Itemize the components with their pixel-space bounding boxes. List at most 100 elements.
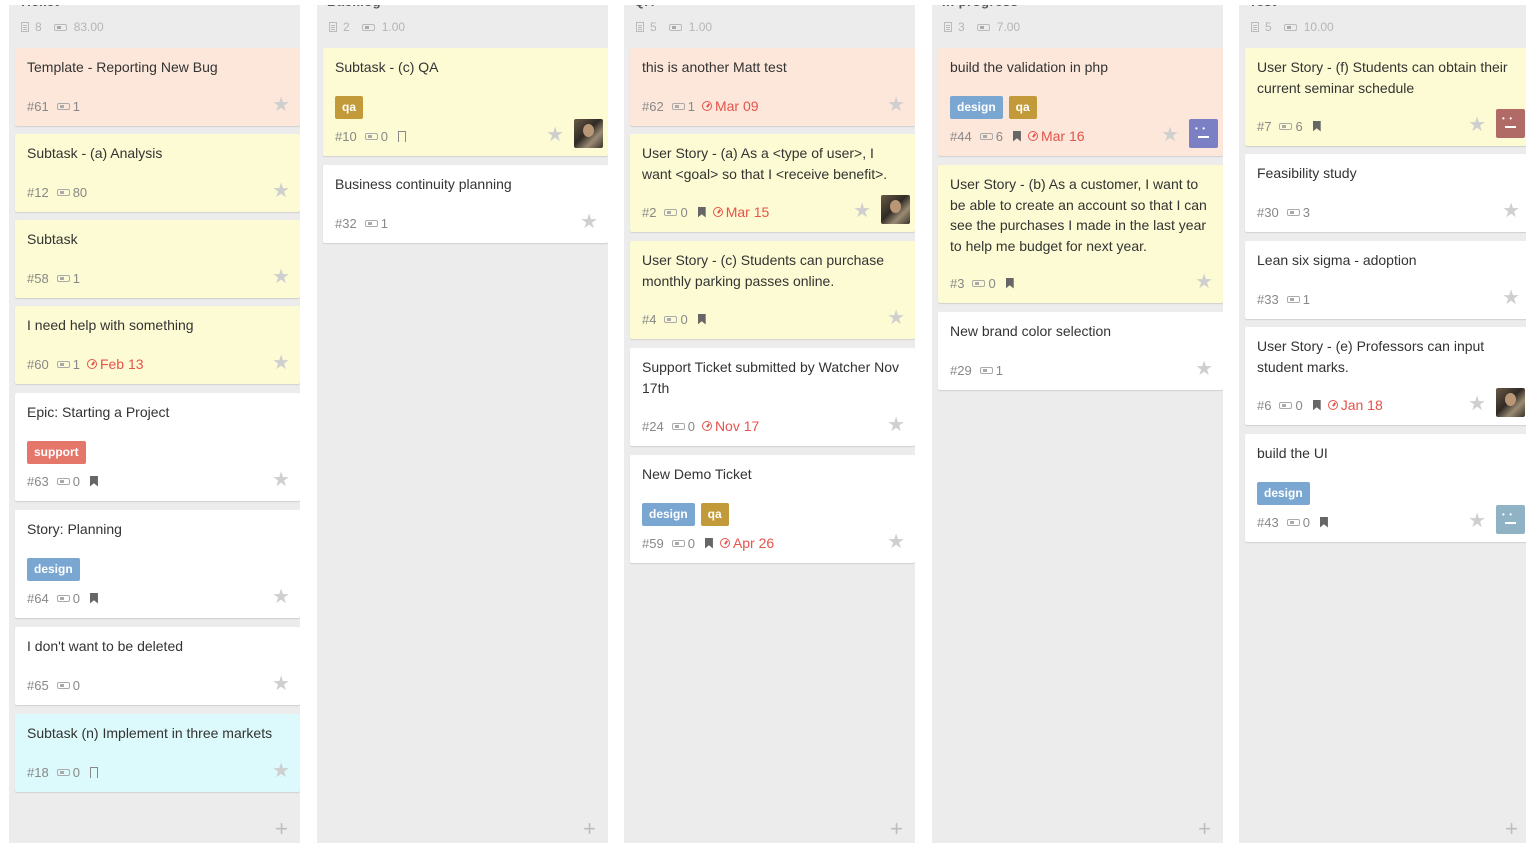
ticket-card[interactable]: Subtask (n) Implement in three markets #1… — [15, 714, 300, 792]
add-card-icon[interactable]: + — [583, 818, 596, 840]
tag-support[interactable]: support — [27, 441, 86, 464]
tag-qa[interactable]: qa — [700, 503, 729, 526]
ticket-card[interactable]: Support Ticket submitted by Watcher Nov … — [630, 348, 915, 446]
tag-qa[interactable]: qa — [335, 96, 364, 119]
card-title[interactable]: User Story - (b) As a customer, I want t… — [950, 174, 1211, 256]
card-title[interactable]: Subtask — [27, 229, 288, 250]
card-title[interactable]: New Demo Ticket — [642, 464, 903, 485]
star-icon[interactable]: ★ — [272, 587, 290, 607]
card-title[interactable]: I need help with something — [27, 315, 288, 336]
bookmark-icon[interactable] — [1312, 120, 1321, 132]
star-icon[interactable]: ★ — [1468, 511, 1486, 531]
card-title[interactable]: User Story - (a) As a <type of user>, I … — [642, 143, 903, 184]
card-title[interactable]: Story: Planning — [27, 519, 288, 540]
ticket-card[interactable]: Feasibility study #30 3 ★ — [1245, 154, 1526, 232]
ticket-card[interactable]: New brand color selection #29 1 ★ — [938, 312, 1223, 390]
bookmark-icon[interactable] — [697, 206, 706, 218]
card-title[interactable]: Epic: Starting a Project — [27, 402, 288, 423]
card-title[interactable]: User Story - (e) Professors can input st… — [1257, 336, 1518, 377]
add-card-icon[interactable]: + — [1198, 818, 1211, 840]
column-title[interactable]: Backlog — [327, 5, 381, 9]
avatar[interactable] — [1496, 388, 1525, 417]
card-title[interactable]: build the validation in php — [950, 57, 1211, 78]
card-title[interactable]: this is another Matt test — [642, 57, 903, 78]
ticket-card[interactable]: User Story - (c) Students can purchase m… — [630, 241, 915, 339]
ticket-card[interactable]: Subtask #58 1 ★ — [15, 220, 300, 298]
star-icon[interactable]: ★ — [1502, 288, 1520, 308]
card-title[interactable]: Subtask - (c) QA — [335, 57, 596, 78]
ticket-card[interactable]: I don't want to be deleted #65 0 ★ — [15, 627, 300, 705]
tag-design[interactable]: design — [1257, 482, 1310, 505]
star-icon[interactable]: ★ — [272, 353, 290, 373]
ticket-card[interactable]: build the UI design #43 0 ★ — [1245, 434, 1526, 542]
avatar[interactable] — [881, 195, 910, 224]
avatar[interactable] — [574, 119, 603, 148]
card-title[interactable]: Feasibility study — [1257, 163, 1518, 184]
ticket-card[interactable]: Lean six sigma - adoption #33 1 ★ — [1245, 241, 1526, 319]
ticket-card[interactable]: Epic: Starting a Project support #63 0 ★ — [15, 393, 300, 501]
star-icon[interactable]: ★ — [887, 532, 905, 552]
bookmark-icon[interactable] — [1005, 277, 1014, 289]
bookmark-icon[interactable] — [89, 766, 98, 778]
tag-design[interactable]: design — [642, 503, 695, 526]
ticket-card[interactable]: User Story - (a) As a <type of user>, I … — [630, 134, 915, 232]
star-icon[interactable]: ★ — [546, 125, 564, 145]
tag-design[interactable]: design — [950, 96, 1003, 119]
star-icon[interactable]: ★ — [1161, 125, 1179, 145]
bookmark-icon[interactable] — [1012, 130, 1021, 142]
column-title[interactable]: In progress — [942, 5, 1018, 9]
ticket-card[interactable]: New Demo Ticket design qa #59 0 Apr 26 ★ — [630, 455, 915, 563]
ticket-card[interactable]: Template - Reporting New Bug #61 1 ★ — [15, 48, 300, 126]
star-icon[interactable]: ★ — [1502, 201, 1520, 221]
card-title[interactable]: build the UI — [1257, 443, 1518, 464]
ticket-card[interactable]: Subtask - (c) QA qa #10 0 ★ — [323, 48, 608, 156]
ticket-card[interactable]: build the validation in php design qa #44 6 M… — [938, 48, 1223, 156]
star-icon[interactable]: ★ — [272, 181, 290, 201]
star-icon[interactable]: ★ — [272, 470, 290, 490]
star-icon[interactable]: ★ — [1195, 359, 1213, 379]
add-card-icon[interactable]: + — [890, 818, 903, 840]
bookmark-icon[interactable] — [89, 475, 98, 487]
card-title[interactable]: User Story - (f) Students can obtain the… — [1257, 57, 1518, 98]
bookmark-icon[interactable] — [697, 313, 706, 325]
avatar[interactable] — [1189, 119, 1218, 148]
ticket-card[interactable]: Business continuity planning #32 1 ★ — [323, 165, 608, 243]
star-icon[interactable]: ★ — [272, 267, 290, 287]
ticket-card[interactable]: this is another Matt test #62 1 Mar 09 ★ — [630, 48, 915, 126]
avatar[interactable] — [1496, 505, 1525, 534]
avatar[interactable] — [1496, 109, 1525, 138]
bookmark-icon[interactable] — [1319, 516, 1328, 528]
ticket-card[interactable]: Subtask - (a) Analysis #12 80 ★ — [15, 134, 300, 212]
star-icon[interactable]: ★ — [272, 761, 290, 781]
ticket-card[interactable]: I need help with something #60 1 Feb 13 ★ — [15, 306, 300, 384]
add-card-icon[interactable]: + — [1505, 818, 1518, 840]
bookmark-icon[interactable] — [704, 537, 713, 549]
card-title[interactable]: New brand color selection — [950, 321, 1211, 342]
card-title[interactable]: Template - Reporting New Bug — [27, 57, 288, 78]
card-title[interactable]: Business continuity planning — [335, 174, 596, 195]
ticket-card[interactable]: User Story - (f) Students can obtain the… — [1245, 48, 1526, 146]
card-title[interactable]: Subtask (n) Implement in three markets — [27, 723, 288, 744]
bookmark-icon[interactable] — [397, 130, 406, 142]
ticket-card[interactable]: Story: Planning design #64 0 ★ — [15, 510, 300, 618]
star-icon[interactable]: ★ — [272, 95, 290, 115]
tag-design[interactable]: design — [27, 558, 80, 581]
bookmark-icon[interactable] — [89, 592, 98, 604]
star-icon[interactable]: ★ — [272, 674, 290, 694]
column-title[interactable]: QA — [634, 5, 655, 9]
card-title[interactable]: I don't want to be deleted — [27, 636, 288, 657]
add-card-icon[interactable]: + — [275, 818, 288, 840]
tag-qa[interactable]: qa — [1008, 96, 1037, 119]
star-icon[interactable]: ★ — [1468, 394, 1486, 414]
card-title[interactable]: Lean six sigma - adoption — [1257, 250, 1518, 271]
star-icon[interactable]: ★ — [1468, 115, 1486, 135]
star-icon[interactable]: ★ — [580, 212, 598, 232]
ticket-card[interactable]: User Story - (b) As a customer, I want t… — [938, 165, 1223, 303]
star-icon[interactable]: ★ — [887, 95, 905, 115]
card-title[interactable]: Subtask - (a) Analysis — [27, 143, 288, 164]
star-icon[interactable]: ★ — [887, 415, 905, 435]
column-title[interactable]: Test — [1249, 5, 1277, 9]
ticket-card[interactable]: User Story - (e) Professors can input st… — [1245, 327, 1526, 425]
star-icon[interactable]: ★ — [887, 308, 905, 328]
bookmark-icon[interactable] — [1312, 399, 1321, 411]
